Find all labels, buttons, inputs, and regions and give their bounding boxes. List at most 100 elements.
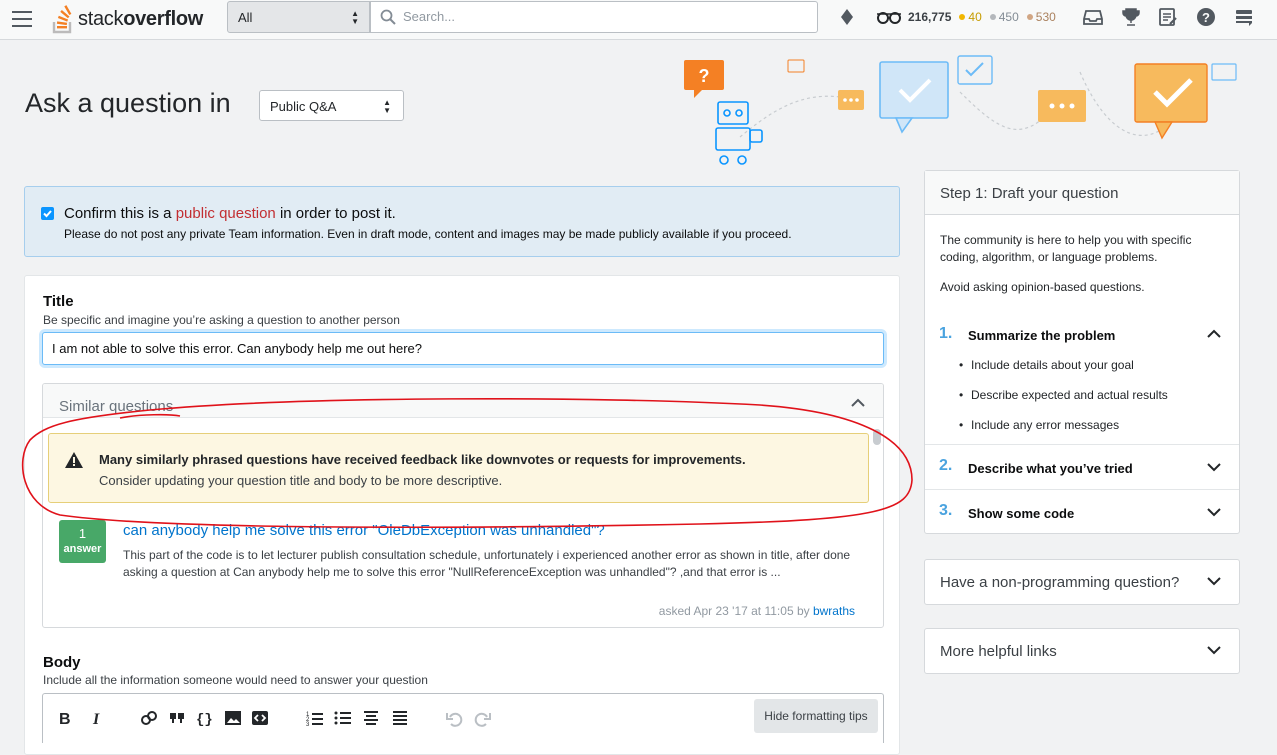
chevron-down-icon[interactable] [1207,508,1221,517]
scope-value: All [238,10,253,25]
blockquote-icon[interactable] [168,709,186,727]
answer-word: answer [63,543,102,555]
diamond-icon[interactable] [840,8,854,26]
review-queue-icon[interactable] [1158,7,1178,27]
body-description: Include all the information someone woul… [43,673,428,687]
bold-icon[interactable]: B [56,709,74,727]
silver-badge-count: 450 [998,10,1019,24]
top-bar: stackoverflow All ▲▼ 216,775 40 450 530 … [0,0,1277,40]
question-location-select[interactable]: Public Q&A ▲ ▼ [259,90,404,121]
body-label: Body [43,654,81,671]
step-summarize[interactable]: 1. Summarize the problem Include details… [925,316,1239,444]
svg-text:?: ? [1202,10,1210,25]
similar-question-excerpt: This part of the code is to let lecturer… [123,548,851,579]
code-braces-icon[interactable]: {} [196,709,214,727]
scrollbar-thumb[interactable] [873,429,881,445]
gold-badge-icon [959,13,966,20]
step-show-code[interactable]: 3. Show some code [925,489,1239,533]
hamburger-menu-icon[interactable] [12,11,32,27]
step-number: 1. [939,325,953,342]
step-title: Show some code [968,506,1075,521]
similar-question-meta: asked Apr 23 '17 at 11:05 by bwraths [658,604,855,618]
robot-illustration: ? [684,55,1237,165]
question-form-card: Title Be specific and imagine you’re ask… [24,275,900,755]
similar-questions-panel: Similar questions Many similarly phrased… [42,383,884,628]
user-stats: 216,775 40 450 530 [840,0,1056,34]
chevron-down-icon[interactable] [1207,577,1221,586]
image-icon[interactable] [224,709,242,727]
warning-text: Consider updating your question title an… [99,473,503,488]
step-number: 2. [939,457,953,474]
title-label: Title [43,293,74,310]
logo-text: stackoverflow [78,7,204,30]
snippet-icon[interactable] [251,709,269,727]
step-heading: Step 1: Draft your question [925,171,1239,215]
search-bar[interactable] [370,1,818,33]
chevron-down-icon[interactable] [1207,646,1221,655]
confirm-checkbox[interactable] [41,207,54,220]
step-bullet: Include any error messages [959,418,1119,432]
non-programming-question-panel[interactable]: Have a non-programming question? [924,559,1240,605]
silver-badge-icon [989,13,996,20]
user-link[interactable]: bwraths [813,604,855,618]
select-arrows-icon: ▲ ▼ [383,98,391,115]
numbered-list-icon[interactable]: 123 [306,709,324,727]
chevron-up-icon[interactable] [1207,329,1221,338]
reputation-count[interactable]: 216,775 [908,10,951,24]
stack-logo-icon [52,5,72,34]
chevron-down-icon[interactable] [1207,463,1221,472]
warning-bold-text: Many similarly phrased questions have re… [99,452,746,467]
confirm-note: Please do not post any private Team info… [64,227,792,241]
panel-title: More helpful links [940,643,1057,660]
svg-text:B: B [59,711,71,727]
search-icon [380,9,396,25]
location-value: Public Q&A [270,99,337,114]
step-bullet: Describe expected and actual results [959,388,1168,402]
more-helpful-links-panel[interactable]: More helpful links [924,628,1240,674]
bronze-badge-count: 530 [1035,10,1056,24]
achievements-icon[interactable] [1121,7,1141,27]
confirm-label: Confirm this is a public question in ord… [64,205,396,222]
svg-text:{}: {} [196,712,213,727]
italic-icon[interactable]: I [89,709,107,727]
avatar[interactable] [876,10,902,24]
search-input[interactable] [401,8,801,25]
answer-count-badge: 1 answer [59,520,106,563]
step-number: 3. [939,502,953,519]
chevron-up-icon[interactable] [851,398,865,407]
undo-icon[interactable] [445,709,463,727]
page-title: Ask a question in [25,88,231,118]
stackoverflow-logo[interactable]: stackoverflow [52,2,203,36]
bronze-badge-icon [1026,13,1033,20]
similar-questions-heading: Similar questions [59,398,174,415]
svg-text:I: I [92,711,100,727]
guide-intro: The community is here to help you with s… [940,233,1192,264]
site-switcher-icon[interactable] [1234,7,1254,27]
answer-count: 1 [78,526,87,541]
svg-text:3: 3 [306,722,310,727]
link-icon[interactable] [140,709,158,727]
draft-question-guide: Step 1: Draft your question The communit… [924,170,1240,534]
editor-toolbar: B I {} 123 Hide formatting tips [42,693,884,743]
horizontal-rule-icon[interactable] [391,709,409,727]
similar-question-link[interactable]: can anybody help me solve this error "Ol… [123,522,605,539]
similar-questions-header[interactable]: Similar questions [43,384,883,418]
hide-formatting-tips-button[interactable]: Hide formatting tips [754,699,878,733]
bulleted-list-icon[interactable] [334,709,352,727]
step-bullet: Include details about your goal [959,358,1134,372]
similar-warning-notice: Many similarly phrased questions have re… [48,433,869,503]
help-icon[interactable]: ? [1196,7,1216,27]
heading-icon[interactable] [362,709,380,727]
inbox-icon[interactable] [1083,7,1103,27]
panel-title: Have a non-programming question? [940,574,1180,591]
guide-avoid: Avoid asking opinion-based questions. [940,280,1145,294]
title-input[interactable]: I am not able to solve this error. Can a… [42,332,884,365]
checkmark-icon [43,210,52,218]
step-title: Describe what you’ve tried [968,461,1133,476]
svg-text:?: ? [699,66,710,86]
step-describe[interactable]: 2. Describe what you’ve tried [925,444,1239,489]
search-scope-select[interactable]: All ▲ ▼ [227,1,370,33]
public-question-link[interactable]: public question [176,205,276,222]
title-description: Be specific and imagine you’re asking a … [43,313,400,327]
redo-icon[interactable] [474,709,492,727]
